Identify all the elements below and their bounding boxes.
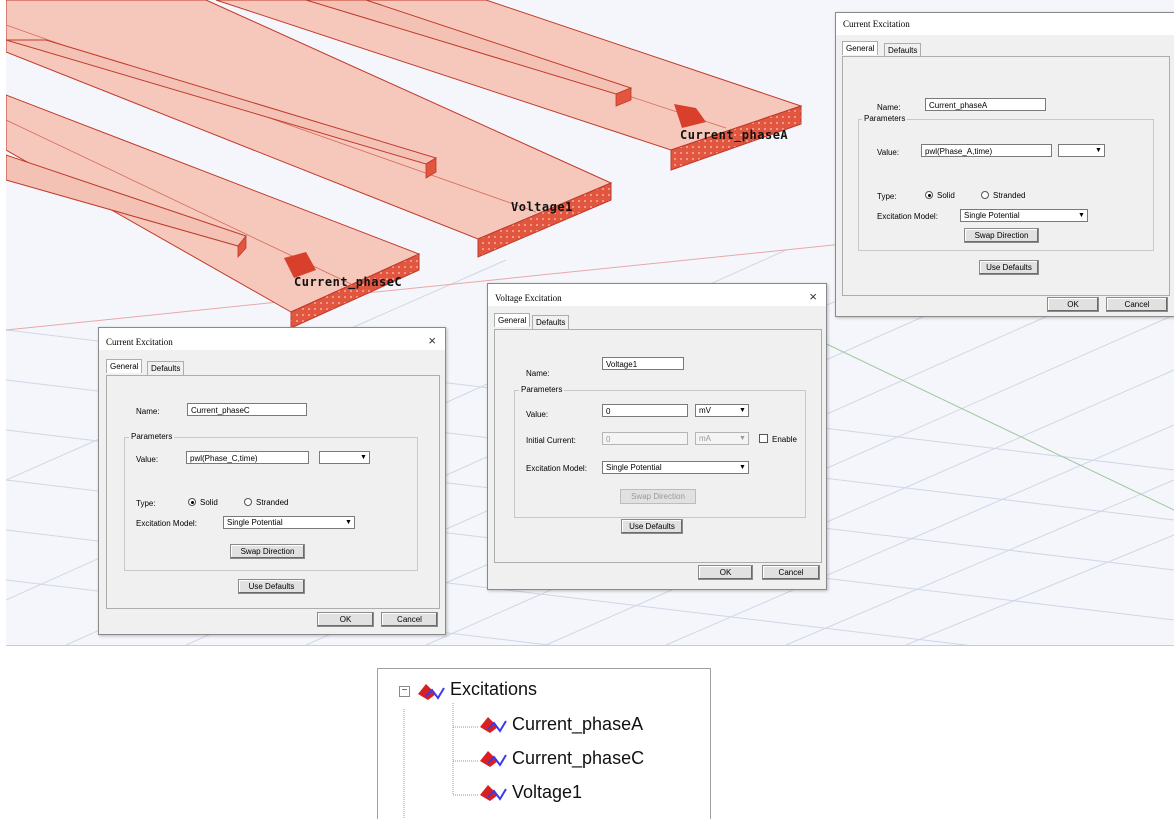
tab-general[interactable]: General: [494, 313, 531, 327]
tab-defaults[interactable]: Defaults: [884, 43, 922, 57]
tab-defaults[interactable]: Defaults: [147, 361, 185, 375]
radio-empty-icon: [244, 498, 252, 506]
value-unit-select[interactable]: mV ▼: [695, 404, 749, 417]
close-icon[interactable]: ×: [428, 333, 436, 348]
type-label: Type:: [136, 499, 156, 508]
chevron-down-icon: ▼: [1078, 212, 1085, 219]
chevron-down-icon: ▼: [1095, 147, 1102, 154]
radio-label: Stranded: [993, 191, 1026, 200]
ok-button[interactable]: OK: [1047, 297, 1099, 312]
cancel-button[interactable]: Cancel: [762, 565, 820, 580]
parameters-group-label: Parameters: [129, 432, 175, 441]
parameters-group-label: Parameters: [862, 114, 908, 123]
initial-current-label: Initial Current:: [526, 436, 576, 445]
radio-label: Solid: [200, 498, 218, 507]
chevron-down-icon: ▼: [360, 454, 367, 461]
excitation-model-label: Excitation Model:: [877, 212, 938, 221]
name-label: Name:: [877, 103, 901, 112]
excitation-folder-icon: [418, 684, 445, 700]
type-solid-radio[interactable]: Solid: [188, 498, 218, 507]
radio-selected-icon: [925, 191, 933, 199]
parameters-group-label: Parameters: [519, 385, 565, 394]
model-text: Single Potential: [606, 463, 662, 472]
voltage-excitation-dialog: Voltage Excitation × General Defaults Na…: [487, 283, 827, 590]
current-excitation-icon: [480, 751, 507, 767]
value-input[interactable]: pwl(Phase_C,time): [186, 451, 309, 464]
scene-label-voltage: Voltage1: [511, 200, 573, 214]
project-tree-excitations: − Excitations Current_phaseA Current_pha…: [377, 668, 711, 819]
use-defaults-button[interactable]: Use Defaults: [979, 260, 1039, 275]
enable-checkbox[interactable]: Enable: [759, 434, 797, 444]
tree-item-voltage1[interactable]: Voltage1: [512, 782, 582, 803]
tree-item-current-phasea[interactable]: Current_phaseA: [512, 714, 643, 735]
use-defaults-button[interactable]: Use Defaults: [238, 579, 305, 594]
type-stranded-radio[interactable]: Stranded: [244, 498, 288, 507]
initial-current-unit-select[interactable]: mA ▼: [695, 432, 749, 445]
swap-direction-button[interactable]: Swap Direction: [620, 489, 696, 504]
collapse-toggle-icon[interactable]: −: [399, 686, 410, 697]
value-label: Value:: [526, 410, 549, 419]
dialog-title: Current Excitation: [106, 337, 173, 347]
dialog-title: Voltage Excitation: [495, 293, 562, 303]
swap-direction-button[interactable]: Swap Direction: [964, 228, 1039, 243]
chevron-down-icon: ▼: [739, 435, 746, 442]
excitation-model-label: Excitation Model:: [526, 464, 587, 473]
cancel-button[interactable]: Cancel: [381, 612, 438, 627]
tree-item-current-phasec[interactable]: Current_phaseC: [512, 748, 644, 769]
unit-text: mA: [699, 434, 711, 443]
chevron-down-icon: ▼: [739, 464, 746, 471]
radio-label: Solid: [937, 191, 955, 200]
name-label: Name:: [136, 407, 160, 416]
model-text: Single Potential: [227, 518, 283, 527]
value-label: Value:: [877, 148, 900, 157]
close-icon[interactable]: ×: [809, 289, 817, 304]
dialog-title: Current Excitation: [843, 19, 910, 29]
scene-label-phase-a: Current_phaseA: [680, 128, 789, 142]
type-label: Type:: [877, 192, 897, 201]
voltage-excitation-icon: [480, 785, 507, 801]
value-label: Value:: [136, 455, 159, 464]
scene-label-phase-c: Current_phaseC: [294, 275, 403, 289]
current-excitation-dialog-phase-a: Current Excitation General Defaults Name…: [835, 12, 1174, 317]
tree-item-excitations[interactable]: Excitations: [450, 679, 537, 700]
model-text: Single Potential: [964, 211, 1020, 220]
chevron-down-icon: ▼: [345, 519, 352, 526]
type-stranded-radio[interactable]: Stranded: [981, 191, 1025, 200]
excitation-model-select[interactable]: Single Potential ▼: [223, 516, 355, 529]
type-solid-radio[interactable]: Solid: [925, 191, 955, 200]
chevron-down-icon: ▼: [739, 407, 746, 414]
value-input[interactable]: pwl(Phase_A,time): [921, 144, 1052, 157]
name-input[interactable]: Voltage1: [602, 357, 684, 370]
value-unit-select[interactable]: ▼: [1058, 144, 1105, 157]
swap-direction-button[interactable]: Swap Direction: [230, 544, 305, 559]
ok-button[interactable]: OK: [317, 612, 374, 627]
checkbox-label: Enable: [772, 435, 797, 444]
radio-selected-icon: [188, 498, 196, 506]
excitation-model-select[interactable]: Single Potential ▼: [960, 209, 1088, 222]
value-unit-select[interactable]: ▼: [319, 451, 370, 464]
tab-defaults[interactable]: Defaults: [532, 315, 570, 329]
use-defaults-button[interactable]: Use Defaults: [621, 519, 683, 534]
name-input[interactable]: Current_phaseC: [187, 403, 307, 416]
initial-current-input[interactable]: 0: [602, 432, 688, 445]
tab-general[interactable]: General: [106, 359, 143, 373]
radio-empty-icon: [981, 191, 989, 199]
tab-general[interactable]: General: [842, 41, 879, 55]
unit-text: mV: [699, 406, 711, 415]
cancel-button[interactable]: Cancel: [1106, 297, 1168, 312]
current-excitation-dialog-phase-c: Current Excitation × General Defaults Na…: [98, 327, 446, 635]
ok-button[interactable]: OK: [698, 565, 753, 580]
current-excitation-icon: [480, 717, 507, 733]
name-label: Name:: [526, 369, 550, 378]
radio-label: Stranded: [256, 498, 289, 507]
name-input[interactable]: Current_phaseA: [925, 98, 1046, 111]
excitation-model-label: Excitation Model:: [136, 519, 197, 528]
value-input[interactable]: 0: [602, 404, 688, 417]
checkbox-empty-icon: [759, 434, 768, 443]
excitation-model-select[interactable]: Single Potential ▼: [602, 461, 749, 474]
